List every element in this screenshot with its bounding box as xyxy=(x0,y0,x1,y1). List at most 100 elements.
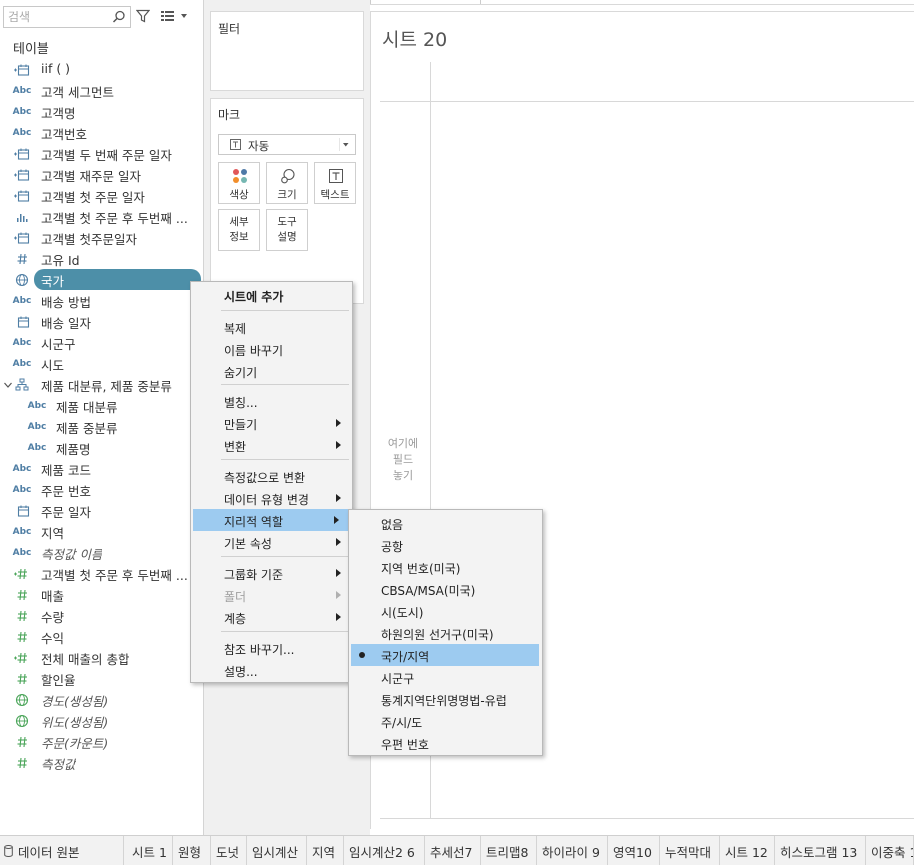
geo-role-option[interactable]: 하원의원 선거구(미국) xyxy=(349,622,542,644)
field-item[interactable]: 전체 매출의 총합 xyxy=(0,647,204,668)
sheet-tab[interactable]: 시트 1 xyxy=(124,836,173,865)
field-item[interactable]: 측정값 xyxy=(0,752,204,773)
sheet-tab[interactable]: 이중축 1 xyxy=(866,836,914,865)
menu-item[interactable]: 변환 xyxy=(191,434,352,456)
field-item[interactable]: 경도(생성됨) xyxy=(0,689,204,710)
sheet-tab[interactable]: 추세선7 xyxy=(425,836,481,865)
field-item[interactable]: Abc 시군구 xyxy=(0,332,204,353)
number-type-icon xyxy=(14,252,30,266)
field-item[interactable]: 주문(카운트) xyxy=(0,731,204,752)
sheet-tab[interactable]: 임시계산 xyxy=(247,836,307,865)
menu-item-label: 만들기 xyxy=(224,418,258,432)
menu-item[interactable]: 이름 바꾸기 xyxy=(191,338,352,360)
drop-field-hint[interactable]: 여기에 필드 놓기 xyxy=(380,436,426,484)
menu-item[interactable]: 데이터 유형 변경 xyxy=(191,487,352,509)
data-source-tab[interactable]: 데이터 원본 xyxy=(0,836,124,865)
tab-label: 추세선7 xyxy=(430,844,473,860)
sheet-tab[interactable]: 히스토그램 13 xyxy=(775,836,866,865)
geo-role-label: 지역 번호(미국) xyxy=(381,562,461,576)
menu-item[interactable]: 숨기기 xyxy=(191,360,352,382)
geo-role-option[interactable]: 주/시/도 xyxy=(349,710,542,732)
sheet-tab[interactable]: 영역10 xyxy=(608,836,660,865)
field-item[interactable]: 고유 Id xyxy=(0,248,204,269)
field-item[interactable]: 고객별 첫주문일자 xyxy=(0,227,204,248)
menu-item[interactable]: 복제 xyxy=(191,316,352,338)
field-item[interactable]: Abc 제품 대분류 xyxy=(0,395,204,416)
search-box[interactable] xyxy=(3,6,131,28)
field-item[interactable]: 제품 대분류, 제품 중분류 xyxy=(0,374,204,395)
sheet-tab[interactable]: 트리맵8 xyxy=(481,836,537,865)
search-input[interactable] xyxy=(8,9,108,25)
field-item[interactable]: Abc 배송 방법 xyxy=(0,290,204,311)
field-item[interactable]: 수익 xyxy=(0,626,204,647)
sheet-tab[interactable]: 임시계산2 6 xyxy=(344,836,425,865)
geo-role-option[interactable]: 시(도시) xyxy=(349,600,542,622)
mark-type-dropdown[interactable]: 자동 xyxy=(218,134,356,155)
field-item[interactable]: Abc 측정값 이름 xyxy=(0,542,204,563)
geo-role-option[interactable]: 공항 xyxy=(349,534,542,556)
tooltip-mark-button[interactable]: 도구 설명 xyxy=(266,209,308,251)
field-label: 고객별 첫 주문 일자 xyxy=(41,190,145,205)
field-item[interactable]: Abc 제품명 xyxy=(0,437,204,458)
geo-role-option[interactable]: 없음 xyxy=(349,512,542,534)
field-item[interactable]: Abc 고객번호 xyxy=(0,122,204,143)
field-item[interactable]: 주문 일자 xyxy=(0,500,204,521)
geo-role-option[interactable]: 시군구 xyxy=(349,666,542,688)
search-icon[interactable] xyxy=(112,10,126,24)
text-mark-button[interactable]: 텍스트 xyxy=(314,162,356,204)
field-item[interactable]: 고객별 두 번째 주문 일자 xyxy=(0,143,204,164)
menu-item[interactable]: 그룹화 기준 xyxy=(191,562,352,584)
field-label: 경도(생성됨) xyxy=(41,694,109,709)
field-item[interactable]: 위도(생성됨) xyxy=(0,710,204,731)
menu-item[interactable]: 시트에 추가 xyxy=(191,284,352,306)
field-item[interactable]: Abc 제품 코드 xyxy=(0,458,204,479)
filter-icon[interactable] xyxy=(136,9,150,23)
sheet-tab[interactable]: 누적막대 xyxy=(660,836,720,865)
menu-item[interactable]: 계층 xyxy=(191,606,352,628)
menu-item[interactable]: 만들기 xyxy=(191,412,352,434)
field-item[interactable]: Abc 고객명 xyxy=(0,101,204,122)
detail-mark-button[interactable]: 세부 정보 xyxy=(218,209,260,251)
view-options-icon[interactable] xyxy=(160,9,188,23)
field-item[interactable]: Abc 지역 xyxy=(0,521,204,542)
field-item[interactable]: iif ( ) xyxy=(0,59,204,80)
field-item[interactable]: 매출 xyxy=(0,584,204,605)
geo-role-option[interactable]: 우편 번호 xyxy=(349,732,542,754)
geo-role-option[interactable]: 통계지역단위명명법-유럽 xyxy=(349,688,542,710)
menu-item-label: 시트에 추가 xyxy=(224,290,284,304)
color-mark-button[interactable]: 색상 xyxy=(218,162,260,204)
sheet-tab[interactable]: 시트 12 xyxy=(720,836,775,865)
menu-item[interactable]: 설명... xyxy=(191,659,352,681)
sheet-tab[interactable]: 원형 xyxy=(173,836,211,865)
filters-shelf[interactable]: 필터 xyxy=(210,11,364,91)
sheet-tab[interactable]: 지역 xyxy=(307,836,344,865)
field-item[interactable]: Abc 주문 번호 xyxy=(0,479,204,500)
field-item[interactable]: 고객별 첫 주문 후 두번째 ... xyxy=(0,206,204,227)
menu-item[interactable]: 측정값으로 변환 xyxy=(191,465,352,487)
field-item[interactable]: Abc 시도 xyxy=(0,353,204,374)
size-mark-button[interactable]: 크기 xyxy=(266,162,308,204)
field-item-selected[interactable]: 국가 xyxy=(0,269,204,290)
sheet-tab[interactable]: 하이라이 9 xyxy=(537,836,608,865)
field-item[interactable]: Abc 제품 중분류 xyxy=(0,416,204,437)
field-item[interactable]: 배송 일자 xyxy=(0,311,204,332)
menu-item-label: 복제 xyxy=(224,322,247,336)
geo-role-option[interactable]: 국가/지역 xyxy=(351,644,539,666)
field-item[interactable]: Abc 고객 세그먼트 xyxy=(0,80,204,101)
field-item[interactable]: 수량 xyxy=(0,605,204,626)
string-type-icon: Abc xyxy=(12,107,32,117)
geo-role-option[interactable]: 지역 번호(미국) xyxy=(349,556,542,578)
field-label: 주문(카운트) xyxy=(41,736,109,751)
geo-role-option[interactable]: CBSA/MSA(미국) xyxy=(349,578,542,600)
menu-item[interactable]: 기본 속성 xyxy=(191,531,352,553)
menu-item[interactable]: 별칭... xyxy=(191,390,352,412)
menu-item[interactable]: 지리적 역할 xyxy=(193,509,350,531)
field-item[interactable]: 할인율 xyxy=(0,668,204,689)
sheet-title[interactable]: 시트 20 xyxy=(382,25,447,52)
field-label: 할인율 xyxy=(41,673,76,688)
sheet-tab[interactable]: 도넛 xyxy=(211,836,247,865)
field-item[interactable]: 고객별 첫 주문 후 두번째 ... xyxy=(0,563,204,584)
field-item[interactable]: 고객별 첫 주문 일자 xyxy=(0,185,204,206)
menu-item[interactable]: 참조 바꾸기... xyxy=(191,637,352,659)
field-item[interactable]: 고객별 재주문 일자 xyxy=(0,164,204,185)
